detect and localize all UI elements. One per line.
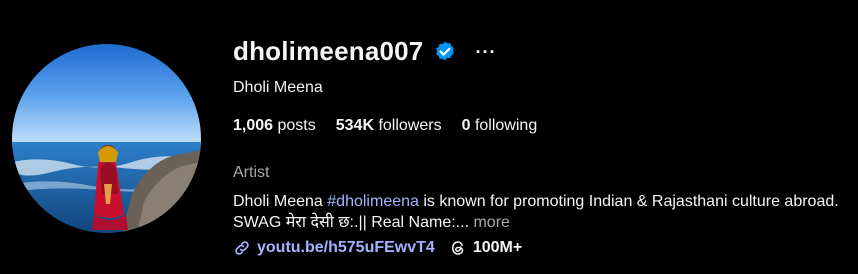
avatar-photo (12, 44, 201, 233)
posts-label: posts (277, 117, 316, 134)
options-more-button[interactable]: ··· (475, 43, 496, 61)
verified-badge-icon (433, 40, 457, 64)
username: dholimeena007 (233, 36, 424, 66)
username-row: dholimeena007 ··· (233, 36, 496, 67)
bio-lead: Dholi Meena (233, 193, 328, 210)
following-label: following (474, 117, 538, 134)
threads-icon (449, 239, 467, 257)
profile-bio: Dholi Meena #dholimeena is known for pro… (233, 191, 843, 233)
threads-count: 100M+ (472, 239, 523, 256)
posts-stat[interactable]: 1,006 posts (233, 117, 316, 135)
link-icon (233, 239, 251, 257)
profile-category: Artist (233, 164, 270, 181)
following-count: 0 (461, 117, 471, 134)
profile-links: youtu.be/h575uFEwvT4 100M+ (233, 239, 522, 257)
bio-hashtag-link[interactable]: #dholimeena (327, 193, 419, 210)
profile-stats: 1,006 posts 534K followers 0 following (233, 117, 537, 135)
followers-label: followers (378, 117, 442, 134)
profile-avatar[interactable] (12, 44, 201, 233)
posts-count: 1,006 (233, 117, 274, 134)
followers-stat[interactable]: 534K followers (336, 117, 442, 135)
followers-count: 534K (335, 117, 374, 134)
bio-more-button[interactable]: more (469, 214, 509, 231)
profile-header: dholimeena007 ··· Dholi Meena 1,006 post… (0, 0, 858, 274)
following-stat[interactable]: 0 following (462, 117, 538, 135)
external-link[interactable]: youtu.be/h575uFEwvT4 (233, 239, 435, 257)
full-name: Dholi Meena (233, 79, 323, 96)
link-url: youtu.be/h575uFEwvT4 (257, 239, 435, 256)
threads-link[interactable]: 100M+ (449, 239, 522, 257)
